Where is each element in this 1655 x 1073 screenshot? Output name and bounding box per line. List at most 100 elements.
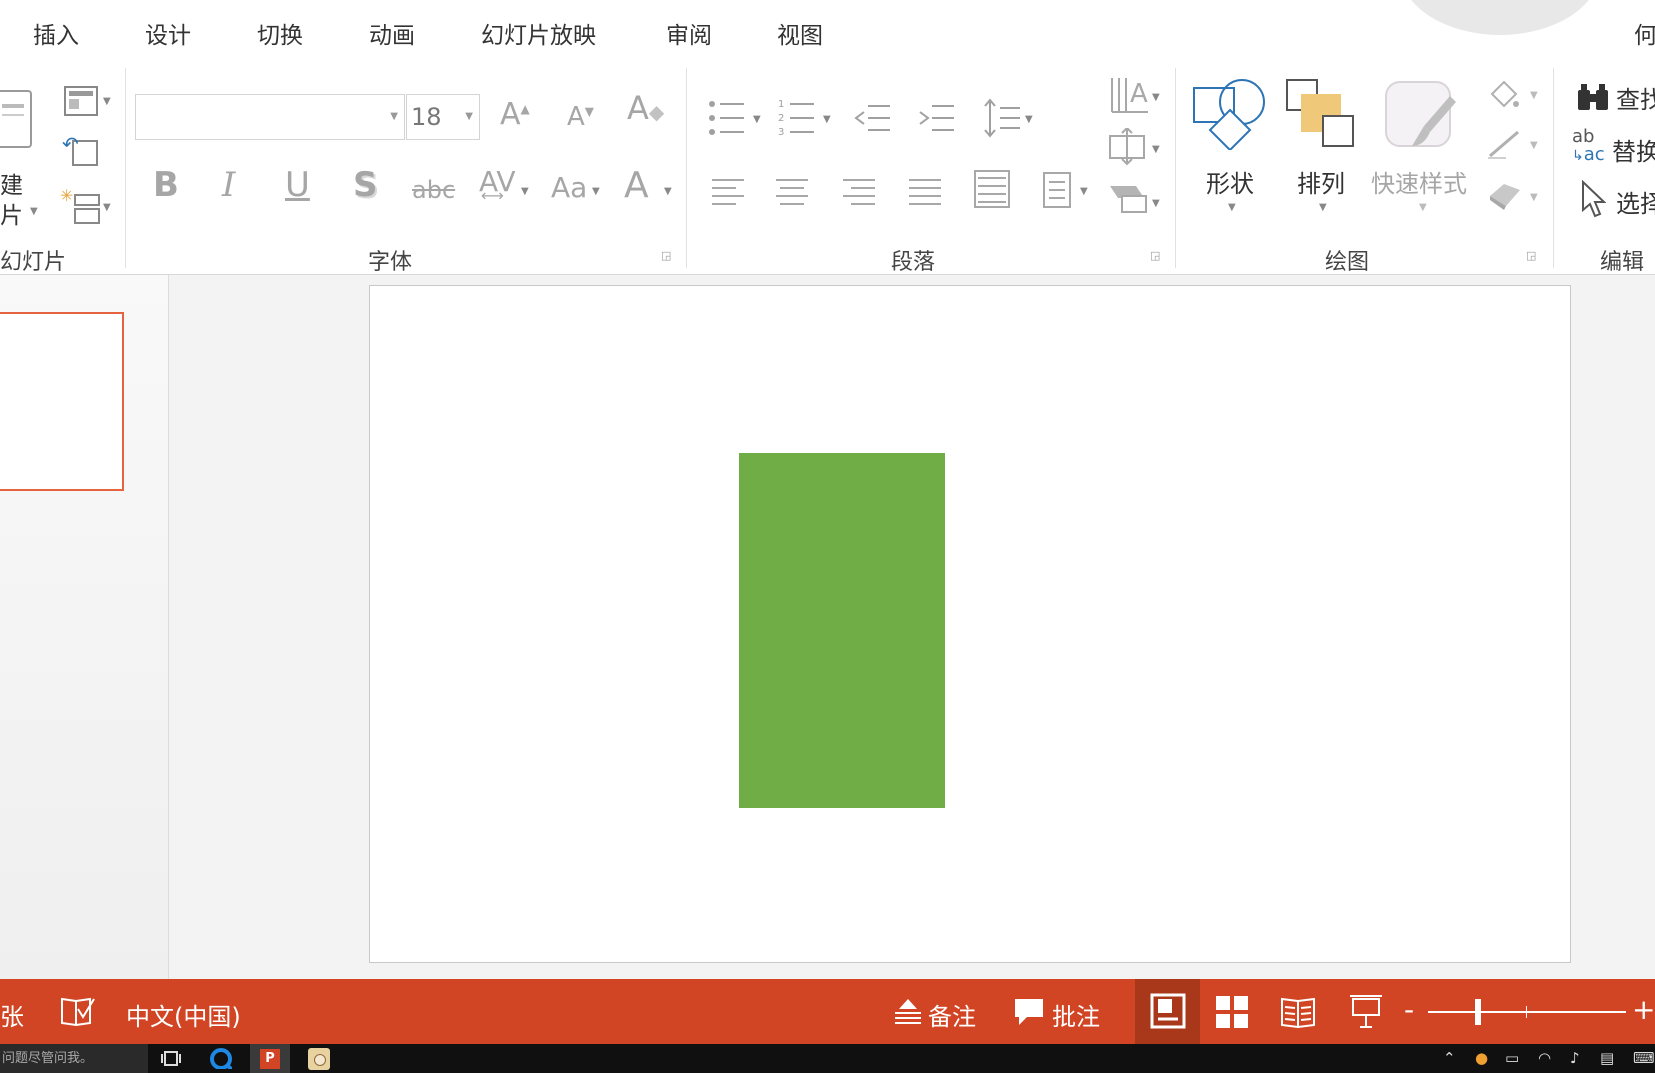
chevron-down-icon[interactable]: ▼ (30, 206, 38, 217)
slideshow-view-icon[interactable] (1348, 993, 1384, 1031)
chevron-down-icon[interactable]: ▼ (1152, 144, 1160, 155)
shape-outline-icon[interactable] (1486, 128, 1522, 160)
smartart-icon[interactable] (1108, 182, 1150, 216)
wifi-icon[interactable]: ◠ (1538, 1049, 1551, 1067)
font-color-button[interactable]: A (624, 168, 649, 204)
font-dialog-launcher-icon[interactable]: ◲ (661, 250, 673, 262)
align-right-icon[interactable] (843, 176, 877, 206)
shapes-icon[interactable] (1192, 78, 1268, 150)
chevron-down-icon[interactable]: ▼ (390, 111, 398, 122)
change-case-button[interactable]: Aa (551, 174, 587, 202)
task-view-icon[interactable] (160, 1048, 182, 1069)
qq-icon[interactable]: ● (1475, 1049, 1488, 1067)
arrange-label[interactable]: 排列 (1297, 164, 1345, 199)
chevron-down-icon[interactable]: ▼ (1530, 90, 1538, 101)
underline-button[interactable]: U (285, 168, 310, 202)
chevron-down-icon[interactable]: ▼ (1152, 92, 1160, 103)
justify-icon[interactable] (909, 176, 943, 206)
strikethrough-button[interactable]: abc (412, 178, 455, 202)
font-size-combobox[interactable]: 18 ▼ (406, 94, 480, 140)
taskbar-search-box[interactable]: 问题尽管问我。 (0, 1044, 148, 1073)
shrink-font-icon[interactable]: A▼ (567, 104, 594, 130)
tab-tell-me[interactable]: 何 (1634, 16, 1655, 50)
notes-button[interactable]: 备注 (928, 997, 976, 1032)
line-spacing-icon[interactable] (982, 96, 1022, 140)
shape-fill-icon[interactable] (1486, 78, 1522, 110)
chevron-down-icon[interactable]: ▼ (823, 114, 831, 125)
character-spacing-button[interactable]: AV ⟷ (479, 168, 516, 204)
clear-formatting-icon[interactable]: A◆ (627, 92, 664, 124)
comment-icon[interactable] (1013, 997, 1045, 1027)
decrease-indent-icon[interactable] (852, 100, 892, 136)
shapes-label[interactable]: 形状 (1206, 164, 1254, 199)
user-avatar-icon[interactable] (308, 1048, 330, 1070)
slide-canvas[interactable] (369, 285, 1571, 963)
chevron-down-icon[interactable]: ▼ (592, 186, 600, 197)
zoom-slider-track[interactable] (1428, 1011, 1626, 1013)
chevron-down-icon[interactable]: ▼ (103, 96, 111, 107)
binoculars-icon[interactable] (1576, 82, 1610, 112)
browser-icon[interactable] (210, 1048, 232, 1069)
text-direction-icon[interactable]: A (1108, 76, 1152, 116)
taskbar-active-app[interactable]: P (250, 1044, 290, 1073)
find-button[interactable]: 查找 (1616, 80, 1655, 115)
chevron-down-icon[interactable]: ▼ (465, 95, 473, 139)
keyboard-icon[interactable]: ⌨ (1633, 1049, 1655, 1067)
align-center-icon[interactable] (776, 176, 810, 206)
chevron-down-icon[interactable]: ▼ (1228, 202, 1236, 213)
tab-review[interactable]: 审阅 (666, 16, 712, 50)
chevron-up-icon[interactable]: ⌃ (1443, 1049, 1456, 1067)
normal-view-button[interactable] (1135, 979, 1200, 1044)
distributed-icon[interactable] (974, 170, 1012, 210)
chevron-down-icon[interactable]: ▼ (664, 186, 672, 197)
select-button[interactable]: 选择 (1616, 184, 1655, 219)
quick-styles-label[interactable]: 快速样式 (1371, 164, 1467, 199)
chevron-down-icon[interactable]: ▼ (1530, 192, 1538, 203)
paragraph-dialog-launcher-icon[interactable]: ◲ (1150, 250, 1162, 262)
shape-effects-icon[interactable] (1486, 178, 1522, 210)
font-name-combobox[interactable]: ▼ (135, 94, 405, 140)
zoom-slider-thumb[interactable] (1474, 999, 1481, 1025)
replace-icon[interactable]: ab ↳ac (1572, 128, 1605, 165)
green-rectangle-shape[interactable] (739, 453, 945, 808)
tab-slideshow[interactable]: 幻灯片放映 (481, 16, 596, 50)
align-text-icon[interactable] (1108, 128, 1148, 166)
language-indicator[interactable]: 中文(中国) (126, 997, 241, 1032)
text-shadow-button[interactable]: S (353, 168, 378, 202)
bold-button[interactable]: B (153, 168, 179, 202)
zoom-in-button[interactable]: + (1632, 993, 1655, 1026)
tab-design[interactable]: 设计 (145, 16, 191, 50)
arrange-icon[interactable] (1285, 78, 1357, 152)
tab-view[interactable]: 视图 (777, 16, 823, 50)
zoom-out-button[interactable]: - (1404, 993, 1414, 1026)
reset-icon[interactable]: ↶ (62, 134, 98, 166)
section-icon[interactable]: ✳ (60, 186, 100, 224)
notification-icon[interactable]: ▤ (1600, 1049, 1614, 1067)
bullets-icon[interactable] (708, 98, 748, 138)
grow-font-icon[interactable]: A▲ (500, 100, 530, 130)
chevron-down-icon[interactable]: ▼ (103, 202, 111, 213)
tab-transitions[interactable]: 切换 (257, 16, 303, 50)
cursor-arrow-icon[interactable] (1580, 180, 1606, 218)
battery-icon[interactable]: ▭ (1505, 1049, 1519, 1067)
comments-button[interactable]: 批注 (1052, 997, 1100, 1032)
chevron-down-icon[interactable]: ▼ (1530, 140, 1538, 151)
new-slide-label-2[interactable]: 片 (0, 196, 23, 230)
numbering-icon[interactable]: 1 2 3 (778, 98, 818, 138)
tab-insert[interactable]: 插入 (33, 16, 79, 50)
replace-button[interactable]: 替换 (1612, 132, 1655, 167)
slide-sorter-icon[interactable] (1215, 995, 1249, 1029)
chevron-down-icon[interactable]: ▼ (1419, 202, 1427, 213)
chevron-down-icon[interactable]: ▼ (1152, 198, 1160, 209)
chevron-down-icon[interactable]: ▼ (1025, 114, 1033, 125)
drawing-dialog-launcher-icon[interactable]: ◲ (1526, 250, 1538, 262)
chevron-down-icon[interactable]: ▼ (753, 114, 761, 125)
tab-animations[interactable]: 动画 (369, 16, 415, 50)
new-slide-icon[interactable] (0, 90, 32, 148)
volume-icon[interactable]: ♪ (1570, 1049, 1580, 1067)
align-left-icon[interactable] (712, 176, 746, 206)
slide-thumbnail[interactable] (0, 312, 124, 491)
chevron-down-icon[interactable]: ▼ (1319, 202, 1327, 213)
columns-icon[interactable] (1043, 172, 1073, 210)
quick-styles-icon[interactable] (1384, 80, 1460, 154)
